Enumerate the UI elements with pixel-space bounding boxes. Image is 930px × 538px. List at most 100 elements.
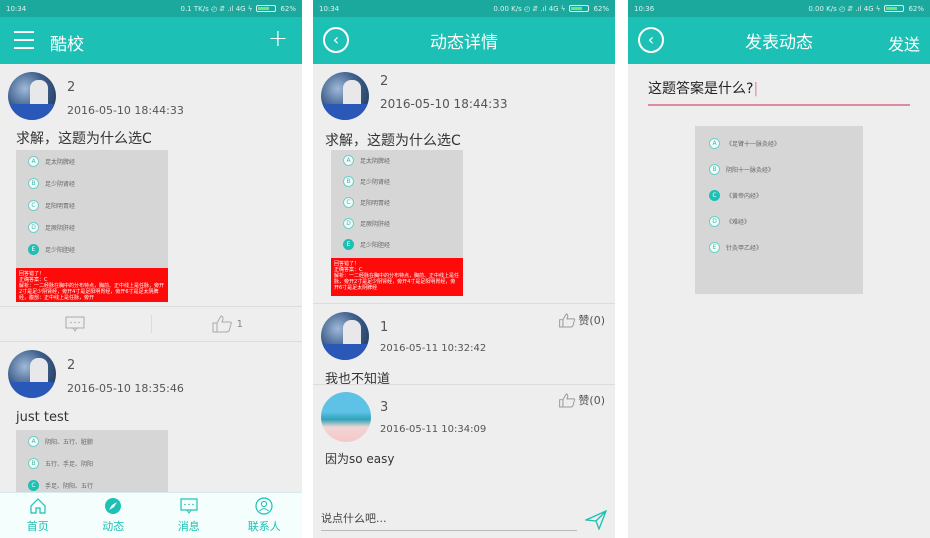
option-letter: A	[343, 155, 354, 166]
tab-contacts[interactable]: 联系人	[227, 493, 303, 538]
option-label: 《难经》	[726, 218, 751, 226]
battery-percent: 62%	[908, 4, 924, 13]
option-e: E 针灸甲乙经》	[695, 234, 863, 260]
detail-screen: 10:34 0.00 K/s ◴ ⇵ .ıl 4G ϟ 62% ‹ 动态详情 2…	[313, 0, 615, 538]
user-avatar[interactable]	[8, 72, 56, 120]
status-time: 10:34	[6, 4, 27, 13]
option-letter: C	[28, 479, 39, 491]
option-label: 足阳明胃经	[45, 202, 76, 210]
feed-screen: 10:34 0.1 TK/s ◴ ⇵ .ıl 4G ϟ 62% 酷校 + 2 2…	[0, 0, 302, 538]
battery-icon	[256, 5, 277, 12]
back-button[interactable]: ‹	[638, 27, 664, 53]
post-text: 求解，这题为什么选C	[325, 133, 461, 149]
option-label: 《足臂十一脉灸经》	[726, 140, 781, 148]
send-icon[interactable]	[585, 510, 607, 530]
tab-messages[interactable]: 消息	[151, 493, 227, 538]
option-letter: A	[28, 435, 39, 447]
post-card[interactable]: 2 2016-05-10 18:44:33 求解，这题为什么选C A 足太阴脾经 …	[0, 64, 302, 304]
tab-label: 联系人	[247, 520, 281, 533]
option-e: E 足少阳胆经	[331, 234, 463, 255]
option-label: 足少阴肾经	[45, 180, 76, 188]
comment-button[interactable]	[0, 307, 151, 341]
option-a: A 足太阴脾经	[331, 150, 463, 171]
post-card[interactable]: 2 2016-05-10 18:35:46 just test A 阴阳、五行、脏…	[0, 344, 302, 500]
like-button[interactable]: 1	[152, 307, 303, 341]
option-label: 足厥阴肝经	[360, 221, 391, 228]
post-text: 求解，这题为什么选C	[16, 131, 152, 147]
option-label: 阴阳十一脉灸经》	[726, 166, 775, 174]
post-username: 2	[67, 80, 76, 95]
post-time: 2016-05-10 18:44:33	[67, 104, 184, 117]
menu-icon[interactable]	[14, 31, 34, 49]
bottom-tab-bar: 首页 动态 消息 联系人	[0, 492, 302, 538]
option-letter: E	[709, 241, 720, 253]
option-label: 针灸甲乙经》	[726, 244, 763, 252]
option-letter: A	[709, 137, 720, 149]
comment-time: 2016-05-11 10:32:42	[380, 343, 487, 354]
comment-input[interactable]: 说点什么吧...	[321, 510, 577, 531]
question-image[interactable]: A 阴阳、五行、脏腑 B 五行、手足、阴阳 C 手足、阴阳、五行	[16, 430, 168, 500]
add-icon[interactable]: +	[268, 26, 288, 50]
compose-screen: 10:36 0.00 K/s ◴ ⇵ .ıl 4G ϟ 62% ‹ 发表动态 发…	[628, 0, 930, 538]
question-image[interactable]: A 足太阴脾经 B 足少阴肾经 C 足阳明胃经 D 足厥阴肝经 E 足少阳胆经	[331, 150, 463, 258]
comment-time: 2016-05-11 10:34:09	[380, 424, 487, 435]
divider	[313, 384, 615, 385]
tab-home[interactable]: 首页	[0, 493, 76, 538]
option-c: C 足阳明胃经	[331, 192, 463, 213]
compass-icon	[105, 498, 122, 514]
status-time: 10:36	[634, 4, 655, 13]
contact-icon	[255, 497, 273, 515]
answer-explanation: 回答错了！ 正确答案：C 解析：一二经脉在胸中的分布特点，胸前、正中线上是任脉，…	[331, 258, 463, 296]
option-letter: C	[709, 189, 720, 201]
post-time: 2016-05-10 18:35:46	[67, 382, 184, 395]
chevron-left-icon: ‹	[332, 30, 340, 49]
post-username: 2	[380, 74, 389, 89]
tab-label: 首页	[26, 520, 49, 533]
app-bar: ‹ 动态详情	[313, 17, 615, 64]
comment-username: 1	[380, 320, 389, 335]
option-label: 足太阴脾经	[360, 158, 391, 165]
comment-like-button[interactable]: 赞(0)	[558, 312, 605, 328]
user-avatar[interactable]	[8, 350, 56, 398]
comment-input-bar: 说点什么吧...	[313, 502, 615, 538]
comment-like-button[interactable]: 赞(0)	[558, 392, 605, 408]
option-letter: C	[28, 199, 39, 211]
option-letter: E	[28, 243, 39, 255]
user-avatar[interactable]	[321, 392, 371, 442]
message-icon	[180, 498, 198, 514]
post-text-input[interactable]: 这题答案是什么?|	[648, 78, 910, 106]
option-b: B 足少阴肾经	[16, 172, 168, 194]
comment-item: 1 2016-05-11 10:32:42 我也不知道 赞(0)	[313, 306, 615, 387]
option-label: 《黄帝内经》	[726, 192, 763, 200]
option-b: B 足少阴肾经	[331, 171, 463, 192]
option-d: D 《难经》	[695, 208, 863, 234]
battery-percent: 62%	[280, 4, 296, 13]
option-label: 足少阴肾经	[360, 179, 391, 186]
option-letter: B	[28, 457, 39, 469]
question-image[interactable]: A 足太阴脾经 B 足少阴肾经 C 足阳明胃经 D 足厥阴肝经 E 足少阳胆经	[16, 150, 168, 268]
thumbs-up-icon	[559, 312, 576, 328]
comment-item: 3 2016-05-11 10:34:09 因为so easy 赞(0)	[313, 386, 615, 466]
status-indicators: 0.00 K/s ◴ ⇵ .ıl 4G ϟ	[493, 4, 566, 13]
tab-label: 消息	[177, 520, 200, 533]
user-avatar[interactable]	[321, 312, 369, 360]
user-avatar[interactable]	[321, 72, 369, 120]
screenshot-collage: 10:34 0.1 TK/s ◴ ⇵ .ıl 4G ϟ 62% 酷校 + 2 2…	[0, 0, 930, 538]
send-button[interactable]: 发送	[888, 31, 920, 55]
comment-username: 3	[380, 400, 389, 415]
page-title: 动态详情	[430, 33, 498, 53]
tab-feed[interactable]: 动态	[76, 493, 152, 538]
option-a: A 阴阳、五行、脏腑	[16, 430, 168, 452]
attached-question-image[interactable]: A 《足臂十一脉灸经》 B 阴阳十一脉灸经》 C 《黄帝内经》 D 《难经》 E 针灸甲乙…	[695, 126, 863, 294]
status-indicators: 0.1 TK/s ◴ ⇵ .ıl 4G ϟ	[180, 4, 253, 13]
chevron-left-icon: ‹	[647, 30, 655, 49]
option-label: 手足、阴阳、五行	[45, 482, 94, 490]
divider	[313, 303, 615, 304]
back-button[interactable]: ‹	[323, 27, 349, 53]
option-d: D 足厥阴肝经	[16, 216, 168, 238]
home-icon	[30, 498, 46, 514]
option-a: A 《足臂十一脉灸经》	[695, 130, 863, 156]
answer-explanation: 回答错了！ 正确答案：C 解析：一二经脉在胸中的分布特点，胸前、正中线上是任脉，…	[16, 268, 168, 302]
option-c: C 《黄帝内经》	[695, 182, 863, 208]
post-text-value: 这题答案是什么?	[648, 81, 754, 97]
